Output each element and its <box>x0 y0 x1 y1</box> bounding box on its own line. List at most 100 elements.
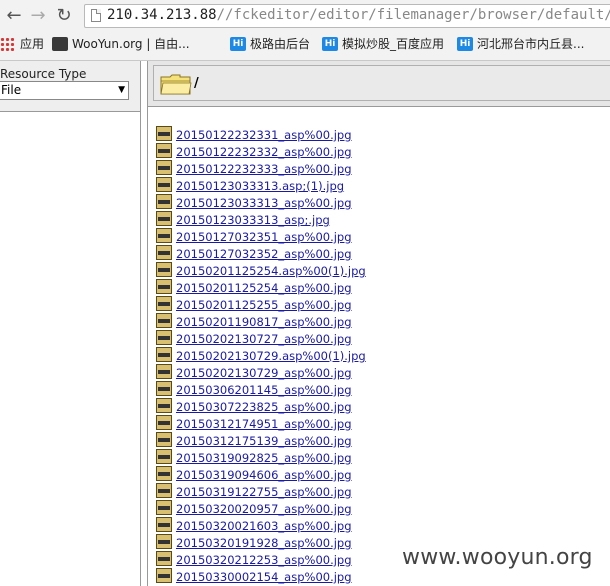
bookmark-hiwifi[interactable]: Hi 极路由后台 <box>230 36 310 52</box>
jpg-file-icon[interactable] <box>156 568 172 583</box>
jpg-file-icon[interactable] <box>156 279 172 294</box>
url-text[interactable]: 210.34.213.88//fckeditor/editor/filemana… <box>107 7 610 23</box>
navigation-bar: ← → ↻ 210.34.213.88//fckeditor/editor/fi… <box>0 0 610 32</box>
file-link[interactable]: 20150127032351_asp%00.jpg <box>176 230 352 244</box>
bookmark-wooyun[interactable]: WooYun.org | 自由... <box>52 36 190 52</box>
file-link[interactable]: 20150319092825_asp%00.jpg <box>176 451 352 465</box>
left-frame: Resource Type File ▼ <box>0 61 141 586</box>
jpg-file-icon[interactable] <box>156 466 172 481</box>
bookmark-label: 极路由后台 <box>250 37 311 51</box>
list-item: 20150320021603_asp%00.jpg <box>156 516 606 533</box>
jpg-file-icon[interactable] <box>156 517 172 532</box>
list-item: 20150202130729.asp%00(1).jpg <box>156 346 606 363</box>
file-link[interactable]: 20150320212253_asp%00.jpg <box>176 553 352 567</box>
file-link[interactable]: 20150307223825_asp%00.jpg <box>176 400 352 414</box>
back-button[interactable]: ← <box>4 6 24 26</box>
file-link[interactable]: 20150201125254_asp%00.jpg <box>176 281 352 295</box>
jpg-file-icon[interactable] <box>156 364 172 379</box>
list-item: 20150319122755_asp%00.jpg <box>156 482 606 499</box>
list-item: 20150319094606_asp%00.jpg <box>156 465 606 482</box>
list-item: 20150320020957_asp%00.jpg <box>156 499 606 516</box>
bookmark-apps[interactable]: 应用 <box>0 36 44 52</box>
list-item: 20150123033313.asp;(1).jpg <box>156 176 606 193</box>
resource-type-select[interactable]: File ▼ <box>0 81 129 100</box>
list-item: 20150202130727_asp%00.jpg <box>156 329 606 346</box>
current-folder-path: / <box>194 76 199 91</box>
jpg-file-icon[interactable] <box>156 211 172 226</box>
bookmark-hebei[interactable]: Hi 河北邢台市内丘县... <box>457 36 584 52</box>
resource-type-label: Resource Type <box>0 67 87 81</box>
jpg-file-icon[interactable] <box>156 296 172 311</box>
file-link[interactable]: 20150312175139_asp%00.jpg <box>176 434 352 448</box>
jpg-file-icon[interactable] <box>156 262 172 277</box>
file-link[interactable]: 20150123033313_asp;.jpg <box>176 213 330 227</box>
bookmark-label: WooYun.org | 自由... <box>72 37 190 51</box>
bookmark-stock[interactable]: Hi 模拟炒股_百度应用 <box>322 36 444 52</box>
file-link[interactable]: 20150306201145_asp%00.jpg <box>176 383 352 397</box>
file-link[interactable]: 20150201125254.asp%00(1).jpg <box>176 264 366 278</box>
jpg-file-icon[interactable] <box>156 313 172 328</box>
jpg-file-icon[interactable] <box>156 483 172 498</box>
folder-bar: / <box>148 61 610 107</box>
file-link[interactable]: 20150202130729.asp%00(1).jpg <box>176 349 366 363</box>
file-link[interactable]: 20150122232333_asp%00.jpg <box>176 162 352 176</box>
address-bar[interactable]: 210.34.213.88//fckeditor/editor/filemana… <box>84 4 610 28</box>
jpg-file-icon[interactable] <box>156 143 172 158</box>
hi-icon: Hi <box>322 37 338 51</box>
list-item: 20150123033313_asp%00.jpg <box>156 193 606 210</box>
list-item: 20150319092825_asp%00.jpg <box>156 448 606 465</box>
file-link[interactable]: 20150123033313.asp;(1).jpg <box>176 179 344 193</box>
bookmark-label: 应用 <box>20 37 45 51</box>
file-link[interactable]: 20150320021603_asp%00.jpg <box>176 519 352 533</box>
hi-icon: Hi <box>230 37 246 51</box>
jpg-file-icon[interactable] <box>156 160 172 175</box>
file-link[interactable]: 20150201125255_asp%00.jpg <box>176 298 352 312</box>
jpg-file-icon[interactable] <box>156 381 172 396</box>
jpg-file-icon[interactable] <box>156 347 172 362</box>
file-link[interactable]: 20150319122755_asp%00.jpg <box>176 485 352 499</box>
resource-type-value: File <box>1 83 22 97</box>
url-host: 210.34.213.88 <box>107 7 217 23</box>
file-link[interactable]: 20150201190817_asp%00.jpg <box>176 315 352 329</box>
jpg-file-icon[interactable] <box>156 449 172 464</box>
jpg-file-icon[interactable] <box>156 500 172 515</box>
jpg-file-icon[interactable] <box>156 228 172 243</box>
file-link[interactable]: 20150122232331_asp%00.jpg <box>176 128 352 142</box>
list-item: 20150201125255_asp%00.jpg <box>156 295 606 312</box>
list-item: 20150202130729_asp%00.jpg <box>156 363 606 380</box>
jpg-file-icon[interactable] <box>156 177 172 192</box>
file-link[interactable]: 20150202130727_asp%00.jpg <box>176 332 352 346</box>
dropdown-arrow-icon: ▼ <box>118 85 125 95</box>
file-link[interactable]: 20150319094606_asp%00.jpg <box>176 468 352 482</box>
jpg-file-icon[interactable] <box>156 551 172 566</box>
bookmark-label: 模拟炒股_百度应用 <box>342 37 445 51</box>
file-link[interactable]: 20150122232332_asp%00.jpg <box>176 145 352 159</box>
forward-button[interactable]: → <box>28 6 48 26</box>
jpg-file-icon[interactable] <box>156 330 172 345</box>
file-link[interactable]: 20150320191928_asp%00.jpg <box>176 536 352 550</box>
jpg-file-icon[interactable] <box>156 245 172 260</box>
jpg-file-icon[interactable] <box>156 126 172 141</box>
reload-button[interactable]: ↻ <box>54 6 74 26</box>
file-link[interactable]: 20150123033313_asp%00.jpg <box>176 196 352 210</box>
list-item: 20150312174951_asp%00.jpg <box>156 414 606 431</box>
jpg-file-icon[interactable] <box>156 194 172 209</box>
current-folder-box: / <box>153 65 610 101</box>
list-item: 20150201125254_asp%00.jpg <box>156 278 606 295</box>
list-item: 20150306201145_asp%00.jpg <box>156 380 606 397</box>
list-item: 20150307223825_asp%00.jpg <box>156 397 606 414</box>
list-item: 20150122232331_asp%00.jpg <box>156 125 606 142</box>
file-link[interactable]: 20150330002154_asp%00.jpg <box>176 570 352 584</box>
bookmarks-bar: 应用 WooYun.org | 自由... Hi 极路由后台 Hi 模拟炒股_百度应… <box>0 32 610 56</box>
file-link[interactable]: 20150127032352_asp%00.jpg <box>176 247 352 261</box>
file-link[interactable]: 20150202130729_asp%00.jpg <box>176 366 352 380</box>
jpg-file-icon[interactable] <box>156 398 172 413</box>
page-icon <box>91 9 101 22</box>
file-link[interactable]: 20150320020957_asp%00.jpg <box>176 502 352 516</box>
jpg-file-icon[interactable] <box>156 432 172 447</box>
jpg-file-icon[interactable] <box>156 534 172 549</box>
file-link[interactable]: 20150312174951_asp%00.jpg <box>176 417 352 431</box>
list-item: 20150123033313_asp;.jpg <box>156 210 606 227</box>
jpg-file-icon[interactable] <box>156 415 172 430</box>
list-item: 20150122232333_asp%00.jpg <box>156 159 606 176</box>
